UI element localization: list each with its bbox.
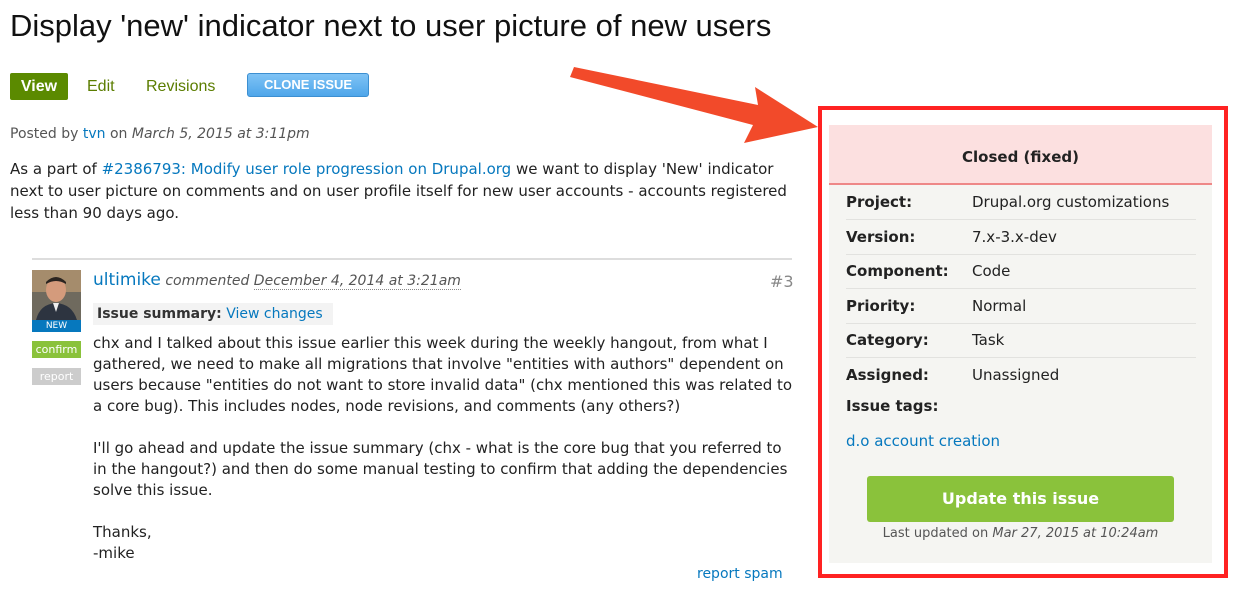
issue-tags-label: Issue tags: (846, 397, 939, 415)
meta-label: Assigned: (846, 366, 929, 384)
comment-body: chx and I talked about this issue earlie… (93, 333, 793, 564)
meta-value: Unassigned (972, 366, 1060, 384)
related-issue-link[interactable]: #2386793: Modify user role progression o… (102, 160, 512, 178)
annotation-arrow (570, 67, 818, 143)
comment-paragraph: I'll go ahead and update the issue summa… (93, 439, 788, 499)
meta-label: Category: (846, 331, 929, 349)
page-title: Display 'new' indicator next to user pic… (10, 8, 772, 43)
comment-paragraph: -mike (93, 544, 135, 562)
comment-date[interactable]: December 4, 2014 at 3:21am (253, 273, 461, 290)
meta-value: Normal (972, 297, 1027, 315)
issue-tag-link[interactable]: d.o account creation (846, 432, 1000, 450)
meta-label: Priority: (846, 297, 916, 315)
posted-on: on (109, 126, 128, 142)
comment-number[interactable]: #3 (770, 272, 794, 291)
meta-value: Code (972, 262, 1011, 280)
meta-value: Drupal.org customizations (972, 193, 1170, 211)
comment-header: ultimike commented December 4, 2014 at 3… (93, 270, 461, 290)
posted-date: March 5, 2015 at 3:11pm (131, 126, 310, 142)
intro-before: As a part of (10, 160, 102, 178)
last-updated: Last updated on Mar 27, 2015 at 10:24am (829, 526, 1212, 541)
clone-issue-button[interactable]: CLONE ISSUE (247, 73, 369, 97)
last-updated-prefix: Last updated on (882, 526, 989, 541)
meta-row-priority: Priority: Normal (846, 289, 1196, 324)
confirm-button[interactable]: confirm (32, 341, 81, 358)
avatar[interactable] (32, 270, 81, 320)
meta-row-component: Component: Code (846, 254, 1196, 289)
tab-revisions[interactable]: Revisions (146, 73, 215, 100)
issue-status: Closed (fixed) (829, 125, 1212, 185)
issue-summary-change: Issue summary: View changes (93, 303, 333, 325)
comment-author-link[interactable]: ultimike (93, 270, 161, 290)
author-link[interactable]: tvn (83, 126, 106, 142)
comment-divider (32, 258, 792, 260)
meta-label: Project: (846, 193, 913, 211)
meta-row-version: Version: 7.x-3.x-dev (846, 220, 1196, 255)
meta-row-project: Project: Drupal.org customizations (846, 185, 1196, 220)
view-changes-link[interactable]: View changes (226, 306, 323, 322)
new-user-badge: NEW (32, 320, 81, 332)
meta-row-category: Category: Task (846, 323, 1196, 358)
summary-label: Issue summary: (97, 306, 222, 322)
comment-paragraph: chx and I talked about this issue earlie… (93, 334, 793, 415)
last-updated-date: Mar 27, 2015 at 10:24am (992, 526, 1159, 541)
tab-view[interactable]: View (10, 73, 68, 100)
report-spam-link[interactable]: report spam (697, 566, 783, 582)
comment-paragraph: Thanks, (93, 523, 152, 541)
comment-action: commented (165, 273, 250, 289)
issue-metadata-panel: Closed (fixed) Project: Drupal.org custo… (829, 125, 1212, 563)
issue-body: As a part of #2386793: Modify user role … (10, 158, 790, 224)
meta-label: Version: (846, 228, 916, 246)
update-issue-button[interactable]: Update this issue (867, 476, 1174, 522)
posted-prefix: Posted by (10, 126, 79, 142)
report-button[interactable]: report (32, 368, 81, 385)
tab-edit[interactable]: Edit (87, 73, 115, 100)
meta-value: Task (972, 331, 1005, 349)
meta-row-assigned: Assigned: Unassigned (846, 358, 1196, 392)
meta-label: Component: (846, 262, 949, 280)
meta-value: 7.x-3.x-dev (972, 228, 1057, 246)
posted-by-line: Posted by tvn on March 5, 2015 at 3:11pm (10, 126, 310, 142)
